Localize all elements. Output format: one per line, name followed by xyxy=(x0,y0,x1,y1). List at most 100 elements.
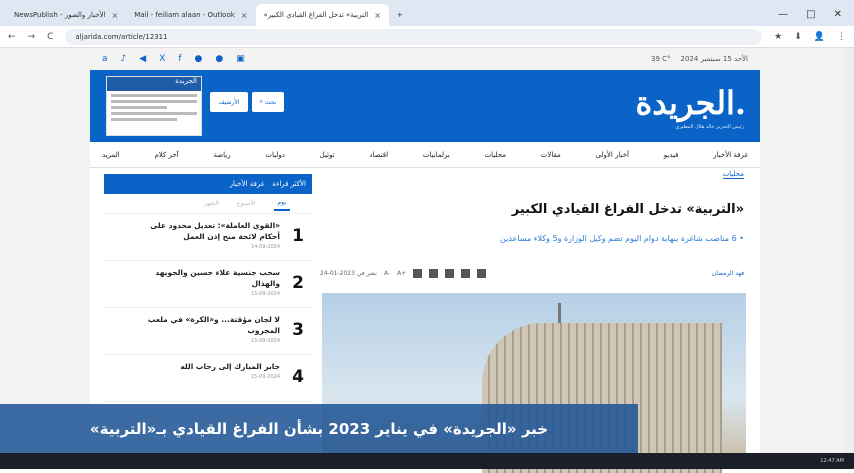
menu-icon[interactable]: ⋮ xyxy=(837,32,846,42)
author-name[interactable]: فهد الرمضان xyxy=(712,270,744,277)
scrollbar[interactable] xyxy=(844,48,854,469)
period-week[interactable]: الأسبوع xyxy=(237,200,256,207)
close-icon[interactable]: × xyxy=(241,11,248,20)
address-bar: ← → C aljarida.com/article/12311 ★ ⬇ 👤 ⋮ xyxy=(0,26,854,48)
period-month[interactable]: الشهر xyxy=(204,200,219,207)
telegram-icon[interactable]: ◀ xyxy=(139,54,146,64)
tab-outlook[interactable]: Mail - feiliam alaan - Outlook × xyxy=(126,4,255,26)
list-item[interactable]: 4 جابر المبارك إلى رحاب الله 15-09-2024 xyxy=(104,355,312,402)
download-icon[interactable]: ⬇ xyxy=(794,32,802,42)
weather-text: 39 C° xyxy=(650,55,671,63)
browser-tab-bar: NewsPublish - الأخبار والصور × Mail - fei… xyxy=(0,0,854,26)
date-text: الأحد 15 سبتمبر 2024 xyxy=(680,55,748,63)
nav-item[interactable]: أخبار الأولى xyxy=(596,151,629,159)
item-date: 15-09-2024 xyxy=(250,374,280,380)
published-date: نشر في 2023-01-24 xyxy=(320,269,377,277)
item-title[interactable]: سحب جنسية علاء حسين والجويهد والهذال xyxy=(130,267,280,289)
clock: 12:47 AM xyxy=(820,458,844,464)
tab-newspublish[interactable]: NewsPublish - الأخبار والصور × xyxy=(6,4,126,26)
facebook-share-icon[interactable] xyxy=(413,268,423,278)
print-icon[interactable] xyxy=(477,268,487,278)
article-title: «التربية» تدخل الفراغ القيادي الكبير xyxy=(511,202,744,217)
tab-label: Mail - feiliam alaan - Outlook xyxy=(134,11,235,19)
window-controls: — □ ✕ xyxy=(778,9,854,26)
nav-item[interactable]: برلمانيات xyxy=(423,151,450,159)
period-day[interactable]: يوم xyxy=(273,196,290,211)
item-title[interactable]: «القوى العاملة»: تعديل محدود على أحكام ل… xyxy=(130,220,280,242)
maximize-button[interactable]: □ xyxy=(806,9,815,20)
tab-label: «التربية» تدخل الفراغ القيادي الكبير xyxy=(263,11,369,19)
whatsapp-share-icon[interactable] xyxy=(445,268,455,278)
nav-item[interactable]: اقتصاد xyxy=(369,151,388,159)
forward-icon[interactable]: → xyxy=(28,32,36,42)
x-share-icon[interactable] xyxy=(429,268,439,278)
nav-item[interactable]: غرفة الأخبار xyxy=(713,151,748,159)
period-tabs: الشهر الأسبوع يوم xyxy=(104,194,312,214)
font-decrease-button[interactable]: A- xyxy=(384,270,390,277)
caption-banner: خبر «الجريدة» في يناير 2023 بشأن الفراغ … xyxy=(0,404,638,453)
site-header: الجريدة الأرشيف ⌕ بحث الجريدة. رئيس التح… xyxy=(90,70,760,142)
nav-item[interactable]: فيديو xyxy=(664,151,679,159)
main-nav: غرفة الأخبار فيديو أخبار الأولى مقالات م… xyxy=(90,142,760,168)
email-share-icon[interactable] xyxy=(461,268,471,278)
url-field[interactable]: aljarida.com/article/12311 xyxy=(65,28,763,45)
item-date: 15-09-2024 xyxy=(250,291,280,297)
paper-title: الجريدة xyxy=(107,77,201,91)
nav-item[interactable]: توثيل xyxy=(320,151,335,159)
close-window-button[interactable]: ✕ xyxy=(834,9,842,20)
youtube-icon[interactable]: ● xyxy=(215,54,223,64)
instagram-icon[interactable]: ● xyxy=(195,54,203,64)
article-category[interactable]: محليات xyxy=(722,170,744,179)
back-icon[interactable]: ← xyxy=(8,32,16,42)
tab-label: NewsPublish - الأخبار والصور xyxy=(14,11,106,19)
tab-most-read[interactable]: الأكثر قراءة xyxy=(272,180,306,188)
item-date: 14-09-2024 xyxy=(250,244,280,250)
tab-article[interactable]: «التربية» تدخل الفراغ القيادي الكبير × xyxy=(255,4,389,26)
rank-number: 2 xyxy=(292,273,304,293)
nav-item[interactable]: دوليات xyxy=(265,151,284,159)
list-item[interactable]: 3 لا لجان مؤقتة... و«الكرة» في ملعب المج… xyxy=(104,308,312,355)
newspaper-thumbnail[interactable]: الجريدة xyxy=(106,76,202,136)
reload-icon[interactable]: C xyxy=(47,32,53,42)
minimize-button[interactable]: — xyxy=(778,9,788,20)
item-title[interactable]: جابر المبارك إلى رحاب الله xyxy=(130,361,280,372)
search-icon: ⌕ xyxy=(259,98,263,105)
nav-item[interactable]: رياضة xyxy=(213,151,230,159)
archive-button[interactable]: الأرشيف xyxy=(210,92,248,112)
tab-newsroom[interactable]: غرفة الأخبار xyxy=(230,180,265,188)
top-strip: a ♪ ◀ X f ● ● ▣ 39 C° الأحد 15 سبتمبر 20… xyxy=(90,48,760,70)
social-icon[interactable]: a xyxy=(102,54,108,64)
list-item[interactable]: 1 «القوى العاملة»: تعديل محدود على أحكام… xyxy=(104,214,312,261)
nav-item[interactable]: محليات xyxy=(485,151,506,159)
x-icon[interactable]: X xyxy=(159,54,165,64)
item-date: 15-09-2024 xyxy=(250,338,280,344)
facebook-icon[interactable]: f xyxy=(178,54,181,64)
article-tools: نشر في 2023-01-24 A- A+ xyxy=(320,268,487,278)
article-meta: نشر في 2023-01-24 A- A+ فهد الرمضان xyxy=(320,266,744,280)
nav-item[interactable]: آخر كلام xyxy=(154,151,178,159)
new-tab-button[interactable]: + xyxy=(389,4,411,26)
sidebar-header: غرفة الأخبار الأكثر قراءة xyxy=(104,174,312,194)
close-icon[interactable]: × xyxy=(374,11,381,20)
search-button[interactable]: ⌕ بحث xyxy=(252,92,284,112)
taskbar: 12:47 AM xyxy=(0,453,854,469)
social-links: a ♪ ◀ X f ● ● ▣ xyxy=(102,54,245,64)
item-title[interactable]: لا لجان مؤقتة... و«الكرة» في ملعب المجرو… xyxy=(130,314,280,336)
editor-line: رئيس التحرير خالد هلال المطيري xyxy=(675,124,744,130)
rank-number: 3 xyxy=(292,320,304,340)
font-increase-button[interactable]: A+ xyxy=(397,270,406,277)
nav-item[interactable]: المزيد xyxy=(102,151,120,159)
tiktok-icon[interactable]: ♪ xyxy=(121,54,127,64)
rank-number: 4 xyxy=(292,367,304,387)
close-icon[interactable]: × xyxy=(111,11,118,20)
list-item[interactable]: 2 سحب جنسية علاء حسين والجويهد والهذال 15… xyxy=(104,261,312,308)
article-subtitle: • 6 مناصب شاغرة بنهاية دوام اليوم تضم وك… xyxy=(500,234,744,243)
profile-icon[interactable]: 👤 xyxy=(814,32,825,42)
date-weather: 39 C° الأحد 15 سبتمبر 2024 xyxy=(651,55,748,63)
site-logo[interactable]: الجريدة. xyxy=(635,84,746,122)
rank-number: 1 xyxy=(292,226,304,246)
bookmark-icon[interactable]: ★ xyxy=(774,32,782,42)
nav-item[interactable]: مقالات xyxy=(541,151,561,159)
search-label: بحث xyxy=(264,98,277,106)
linkedin-icon[interactable]: ▣ xyxy=(236,54,245,64)
